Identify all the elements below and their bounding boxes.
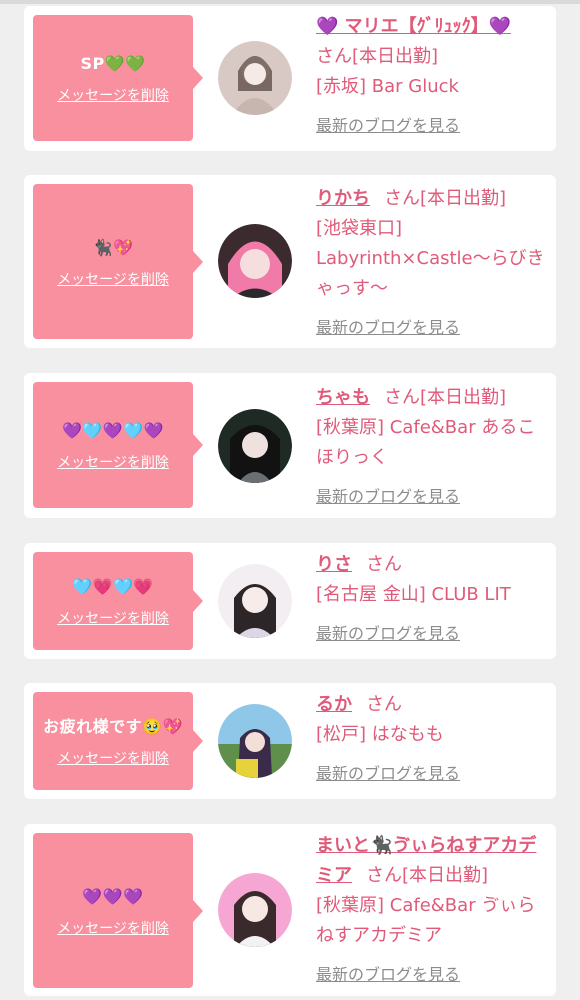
message-text: 🩵💗🩵💗 xyxy=(72,577,154,596)
message-bubble: SP💚💚 メッセージを削除 xyxy=(33,15,203,141)
message-card: 💜💜💜 メッセージを削除 まいと🐈‍⬛ゔぃらねすアカデミア さん[本日出勤] [秋… xyxy=(24,824,556,996)
message-bubble: 💜💜💜 メッセージを削除 xyxy=(33,833,203,988)
girl-info: まいと🐈‍⬛ゔぃらねすアカデミア さん[本日出勤] [秋葉原] Cafe&Bar … xyxy=(316,831,546,987)
girl-name-link[interactable]: 💜 マリエ【ｸﾞﾘｭｯｸ】💜 xyxy=(316,16,511,37)
shop-name: [秋葉原] Cafe&Bar あるこほりっく xyxy=(316,417,536,468)
message-bubble: 🐈‍⬛💖 メッセージを削除 xyxy=(33,184,203,339)
girl-name-link[interactable]: りかち xyxy=(316,188,370,209)
latest-blog-link[interactable]: 最新のブログを見る xyxy=(316,622,546,646)
message-text: SP💚💚 xyxy=(80,54,146,73)
message-card: 💜🩵💜🩵💜 メッセージを削除 ちゃも さん[本日出勤] [秋葉原] Cafe&Ba… xyxy=(24,373,556,518)
girl-name-link[interactable]: るか xyxy=(316,694,352,715)
girl-info: りさ さん [名古屋 金山] CLUB LIT 最新のブログを見る xyxy=(316,550,546,646)
girl-photo-avatar-icon[interactable] xyxy=(218,704,292,778)
message-text: 💜🩵💜🩵💜 xyxy=(61,421,165,440)
girl-info: りかち さん[本日出勤] [池袋東口] Labyrinth×Castle〜らびきゃ… xyxy=(316,184,546,340)
message-bubble: お疲れ様です🥹💖 メッセージを削除 xyxy=(33,692,203,790)
delete-message-link[interactable]: メッセージを削除 xyxy=(57,85,169,105)
message-card: 🩵💗🩵💗 メッセージを削除 りさ さん [名古屋 金山] CLUB LIT 最新の… xyxy=(24,543,556,659)
honorific-status: さん xyxy=(366,554,402,575)
girl-photo-avatar-icon[interactable] xyxy=(218,409,292,483)
shop-name: [名古屋 金山] CLUB LIT xyxy=(316,584,511,605)
shop-name: [赤坂] Bar Gluck xyxy=(316,76,459,97)
message-bubble: 💜🩵💜🩵💜 メッセージを削除 xyxy=(33,382,203,508)
girl-name-link[interactable]: ちゃも xyxy=(316,387,370,408)
honorific-status: さん[本日出勤] xyxy=(316,46,439,67)
delete-message-link[interactable]: メッセージを削除 xyxy=(57,748,169,768)
message-card: お疲れ様です🥹💖 メッセージを削除 るか さん [松戸] はなもも 最新のブログを… xyxy=(24,683,556,799)
honorific-status: さん[本日出勤] xyxy=(384,188,507,209)
girl-photo-avatar-icon[interactable] xyxy=(218,564,292,638)
girl-info: ちゃも さん[本日出勤] [秋葉原] Cafe&Bar あるこほりっく 最新のブロ… xyxy=(316,383,546,509)
girl-photo-avatar-icon[interactable] xyxy=(218,41,292,115)
honorific-status: さん[本日出勤] xyxy=(366,865,489,886)
girl-info: るか さん [松戸] はなもも 最新のブログを見る xyxy=(316,690,546,786)
girl-name-link[interactable]: りさ xyxy=(316,554,352,575)
shop-name: [松戸] はなもも xyxy=(316,724,444,745)
latest-blog-link[interactable]: 最新のブログを見る xyxy=(316,485,546,509)
girl-info: 💜 マリエ【ｸﾞﾘｭｯｸ】💜 さん[本日出勤] [赤坂] Bar Gluck 最… xyxy=(316,12,546,138)
message-card: 🐈‍⬛💖 メッセージを削除 りかち さん[本日出勤] [池袋東口] Labyrin… xyxy=(24,175,556,348)
delete-message-link[interactable]: メッセージを削除 xyxy=(57,452,169,472)
delete-message-link[interactable]: メッセージを削除 xyxy=(57,608,169,628)
girl-photo-avatar-icon[interactable] xyxy=(218,873,292,947)
message-text: 💜💜💜 xyxy=(82,886,144,906)
shop-name: [秋葉原] Cafe&Bar ゔぃらねすアカデミア xyxy=(316,895,536,946)
message-card: SP💚💚 メッセージを削除 💜 マリエ【ｸﾞﾘｭｯｸ】💜 さん[本日出勤] [赤… xyxy=(24,6,556,151)
latest-blog-link[interactable]: 最新のブログを見る xyxy=(316,963,546,987)
delete-message-link[interactable]: メッセージを削除 xyxy=(57,918,169,938)
latest-blog-link[interactable]: 最新のブログを見る xyxy=(316,316,546,340)
honorific-status: さん xyxy=(366,694,402,715)
honorific-status: さん[本日出勤] xyxy=(384,387,507,408)
message-text: お疲れ様です🥹💖 xyxy=(43,717,183,736)
latest-blog-link[interactable]: 最新のブログを見る xyxy=(316,762,546,786)
top-divider xyxy=(0,0,580,4)
message-bubble: 🩵💗🩵💗 メッセージを削除 xyxy=(33,552,203,650)
shop-name: [池袋東口] Labyrinth×Castle〜らびきゃっす〜 xyxy=(316,218,545,299)
message-text: 🐈‍⬛💖 xyxy=(92,237,134,257)
delete-message-link[interactable]: メッセージを削除 xyxy=(57,269,169,289)
latest-blog-link[interactable]: 最新のブログを見る xyxy=(316,114,546,138)
girl-photo-avatar-icon[interactable] xyxy=(218,224,292,298)
